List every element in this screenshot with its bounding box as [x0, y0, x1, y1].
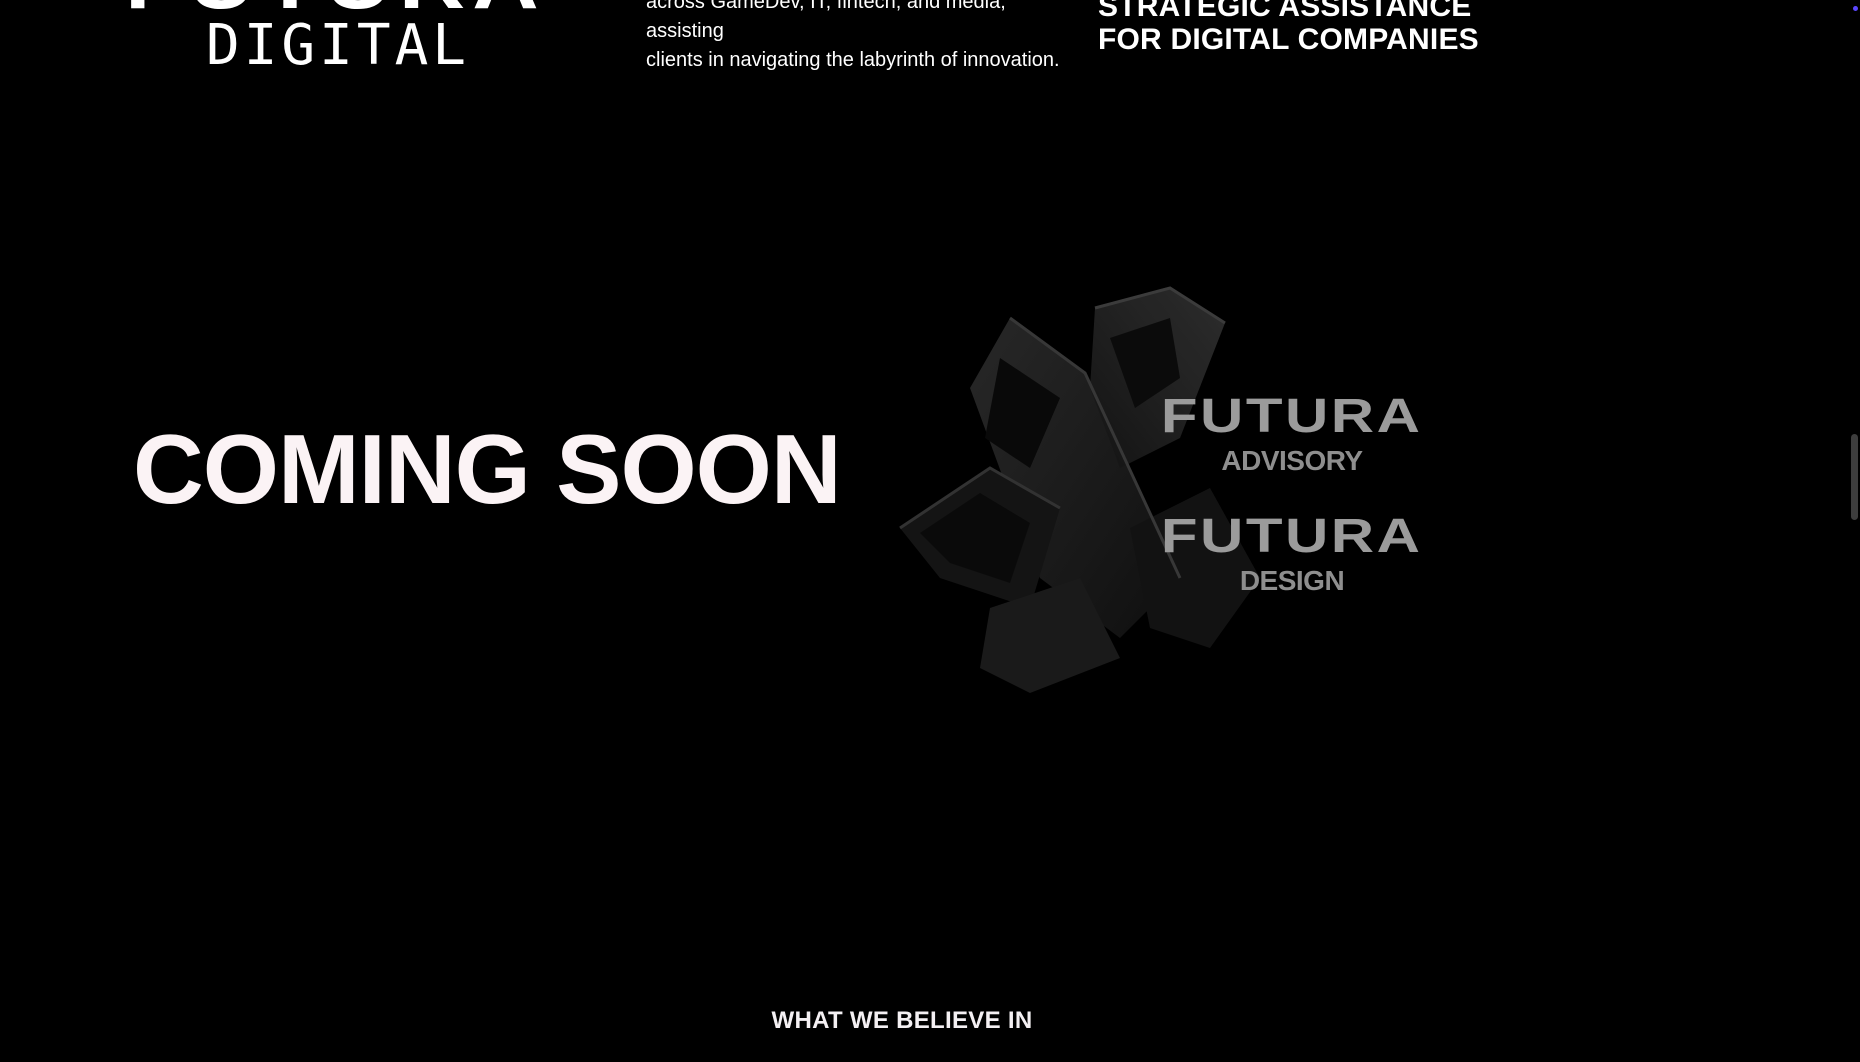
brand-name: FUTURA — [1161, 510, 1423, 563]
brand-sub: DESIGN — [1239, 565, 1345, 596]
brand-name: FUTURA — [1161, 390, 1423, 443]
tagline-line-1: STRATEGIC ASSISTANCE — [1098, 0, 1472, 23]
intro-line-1: across GameDev, IT, fintech, and media, … — [646, 0, 1006, 42]
tagline: STRATEGIC ASSISTANCE FOR DIGITAL COMPANI… — [1098, 0, 1479, 56]
scrollbar-track[interactable] — [1848, 0, 1860, 1062]
brand-futura-advisory[interactable]: FUTURA ADVISORY — [1142, 393, 1442, 475]
section-title-believe: WHAT WE BELIEVE IN — [771, 1007, 1033, 1034]
brand-sub: ADVISORY — [1221, 445, 1363, 476]
coming-soon-heading: COMING SOON — [133, 414, 842, 524]
brand-futura-design[interactable]: FUTURA DESIGN — [1142, 513, 1442, 595]
indicator-dot-icon — [1853, 6, 1858, 11]
tagline-line-2: FOR DIGITAL COMPANIES — [1098, 23, 1479, 56]
scrollbar-thumb[interactable] — [1851, 434, 1858, 520]
intro-line-2: clients in navigating the labyrinth of i… — [646, 49, 1060, 71]
futura-3d-mark-icon — [899, 286, 1260, 693]
intro-text: across GameDev, IT, fintech, and media, … — [646, 0, 1086, 75]
logo-digital: DIGITAL — [206, 13, 471, 78]
